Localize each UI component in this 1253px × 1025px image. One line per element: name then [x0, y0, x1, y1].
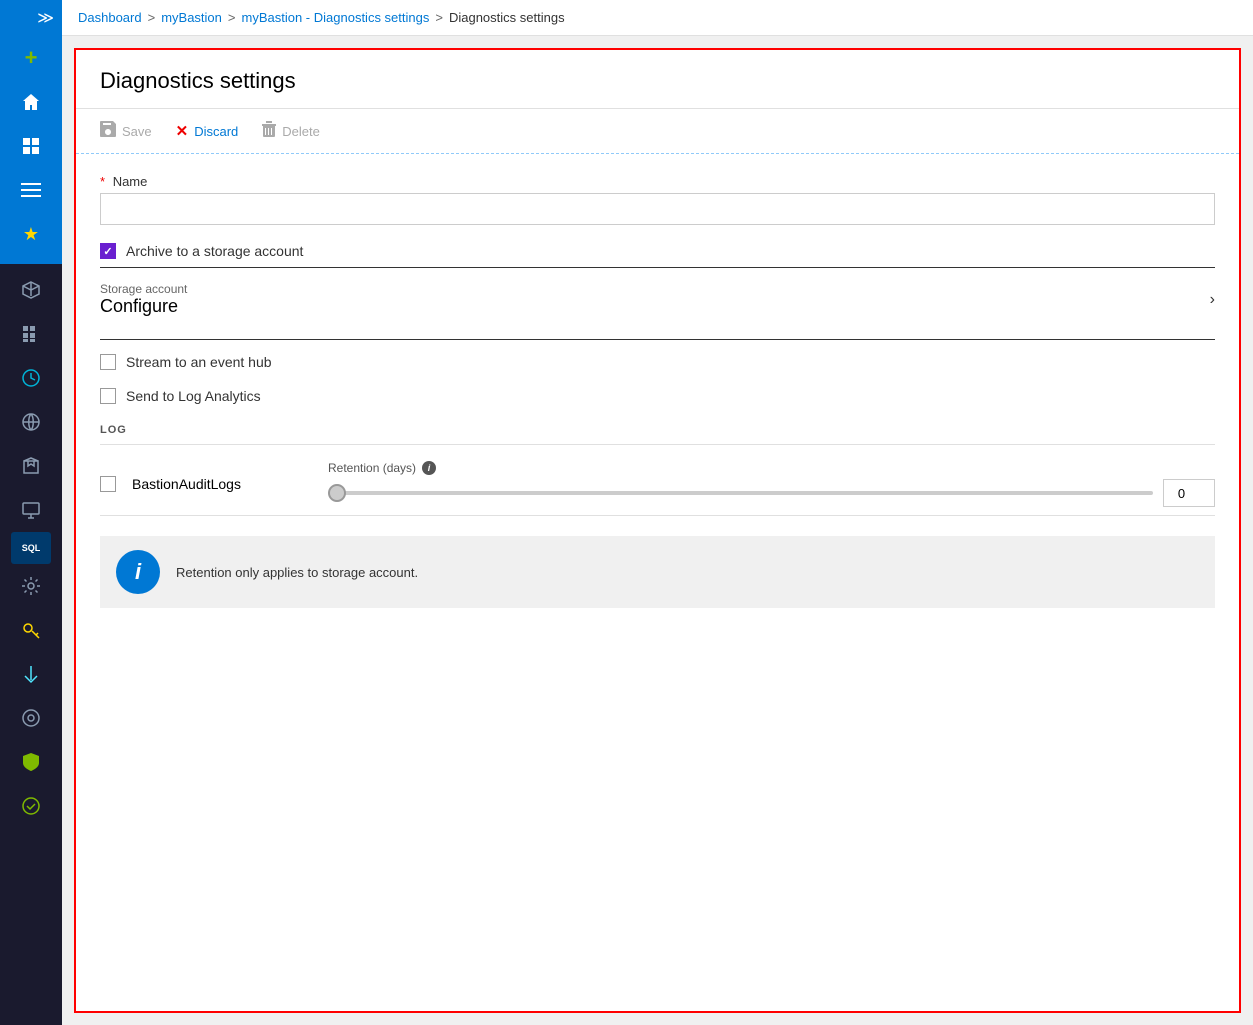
home-icon[interactable]	[7, 80, 55, 124]
retention-slider-thumb[interactable]	[328, 484, 346, 502]
cube-icon[interactable]	[7, 268, 55, 312]
delete-label: Delete	[282, 124, 320, 139]
sidebar-lower: SQL	[0, 264, 62, 1025]
toolbar: Save ✕ Discard Delete	[76, 109, 1239, 154]
new-resource-button[interactable]: +	[7, 36, 55, 80]
retention-slider-track	[328, 491, 1153, 495]
log-analytics-row: Send to Log Analytics	[100, 388, 1215, 404]
shield-icon[interactable]	[7, 740, 55, 784]
log-section: LOG BastionAuditLogs Retention (days) i	[100, 424, 1215, 516]
sidebar-top: ≫ + ★	[0, 0, 62, 264]
retention-label: Retention (days)	[328, 461, 416, 475]
storage-section: Storage account Configure ›	[100, 278, 1215, 321]
archive-checkbox[interactable]	[100, 243, 116, 259]
bastion-audit-logs-checkbox[interactable]	[100, 476, 116, 492]
form-area: * Name Archive to a storage account Stor…	[76, 154, 1239, 628]
panel-header: Diagnostics settings	[76, 50, 1239, 109]
archive-checkbox-row: Archive to a storage account	[100, 243, 1215, 259]
storage-info: Storage account Configure	[100, 282, 187, 317]
retention-info-icon[interactable]: i	[422, 461, 436, 475]
sql-icon[interactable]: SQL	[11, 532, 51, 564]
breadcrumb-dashboard[interactable]: Dashboard	[78, 10, 142, 25]
breadcrumb: Dashboard > myBastion > myBastion - Diag…	[62, 0, 1253, 36]
content-panel: Diagnostics settings Save ✕ Discard Dele…	[74, 48, 1241, 1013]
key-icon[interactable]	[7, 608, 55, 652]
breadcrumb-diagnostics-settings-link[interactable]: myBastion - Diagnostics settings	[242, 10, 430, 25]
stream-event-hub-label[interactable]: Stream to an event hub	[126, 354, 272, 370]
delete-button[interactable]: Delete	[262, 119, 320, 143]
log-row: BastionAuditLogs Retention (days) i 0	[100, 453, 1215, 516]
breadcrumb-mybastion[interactable]: myBastion	[161, 10, 222, 25]
collapse-sidebar-button[interactable]: ≫	[0, 0, 62, 36]
dashboard-icon[interactable]	[7, 124, 55, 168]
discard-label: Discard	[194, 124, 238, 139]
discard-icon: ✕	[176, 122, 189, 140]
storage-divider	[100, 339, 1215, 340]
archive-divider	[100, 267, 1215, 268]
storage-configure-text: Configure	[100, 296, 187, 317]
storage-configure-row[interactable]: Storage account Configure ›	[100, 278, 1215, 321]
page-title: Diagnostics settings	[100, 68, 1215, 94]
indicator-icon[interactable]	[7, 784, 55, 828]
storage-chevron-icon: ›	[1210, 291, 1215, 309]
info-icon: i	[116, 550, 160, 594]
main-area: Dashboard > myBastion > myBastion - Diag…	[62, 0, 1253, 1025]
menu-icon[interactable]	[7, 168, 55, 212]
info-banner: i Retention only applies to storage acco…	[100, 536, 1215, 608]
retention-label-row: Retention (days) i	[328, 461, 1215, 475]
monitor-icon[interactable]	[7, 488, 55, 532]
log-section-divider	[100, 444, 1215, 445]
breadcrumb-sep-1: >	[148, 10, 156, 25]
save-label: Save	[122, 124, 152, 139]
dial-icon[interactable]	[7, 696, 55, 740]
log-analytics-checkbox[interactable]	[100, 388, 116, 404]
log-analytics-label[interactable]: Send to Log Analytics	[126, 388, 261, 404]
stream-event-hub-checkbox[interactable]	[100, 354, 116, 370]
sidebar: ≫ + ★ SQL	[0, 0, 62, 1025]
gear-icon[interactable]	[7, 564, 55, 608]
arrow-down-icon[interactable]	[7, 652, 55, 696]
name-input[interactable]	[100, 193, 1215, 225]
discard-button[interactable]: ✕ Discard	[176, 120, 239, 142]
breadcrumb-current: Diagnostics settings	[449, 10, 565, 25]
retention-group: Retention (days) i 0	[328, 461, 1215, 507]
grid-icon[interactable]	[7, 312, 55, 356]
save-button[interactable]: Save	[100, 119, 152, 143]
delete-icon	[262, 121, 276, 141]
required-indicator: *	[100, 174, 105, 189]
retention-value-input[interactable]: 0	[1163, 479, 1215, 507]
storage-account-label: Storage account	[100, 282, 187, 296]
breadcrumb-sep-2: >	[228, 10, 236, 25]
name-field-label: * Name	[100, 174, 1215, 189]
clock-icon[interactable]	[7, 356, 55, 400]
breadcrumb-sep-3: >	[435, 10, 443, 25]
globe-icon[interactable]	[7, 400, 55, 444]
package-icon[interactable]	[7, 444, 55, 488]
stream-event-hub-row: Stream to an event hub	[100, 354, 1215, 370]
log-section-header: LOG	[100, 424, 1215, 436]
info-banner-text: Retention only applies to storage accoun…	[176, 565, 418, 580]
favorites-icon[interactable]: ★	[7, 212, 55, 256]
save-icon	[100, 121, 116, 141]
archive-label[interactable]: Archive to a storage account	[126, 243, 303, 259]
bastion-audit-logs-label: BastionAuditLogs	[132, 476, 312, 492]
slider-row: 0	[328, 479, 1215, 507]
